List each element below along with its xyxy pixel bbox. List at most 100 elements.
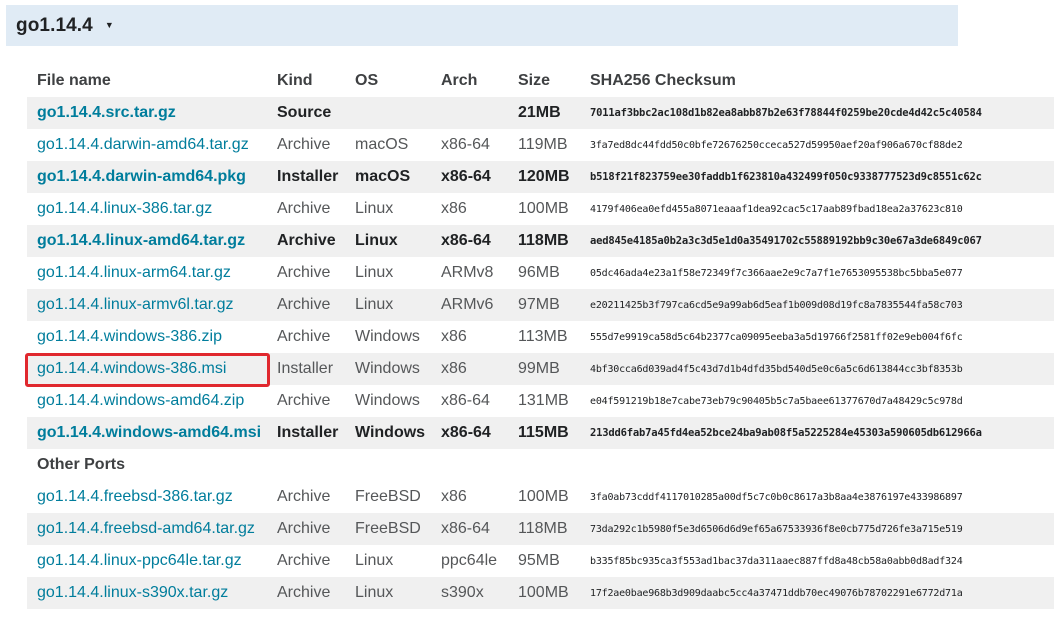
arch-cell: ppc64le	[431, 545, 508, 577]
file-link[interactable]: go1.14.4.darwin-amd64.pkg	[37, 168, 246, 185]
arch-cell: x86-64	[431, 513, 508, 545]
filename-cell: go1.14.4.linux-386.tar.gz	[27, 193, 267, 225]
download-row: go1.14.4.linux-386.tar.gz Archive Linux x86…	[27, 193, 1054, 225]
checksum-cell: b335f85bc935ca3f553ad1bac37da311aaec887f…	[580, 545, 1054, 577]
checksum-cell: aed845e4185a0b2a3c3d5e1d0a35491702c55889…	[580, 225, 1054, 257]
filename-cell: go1.14.4.darwin-amd64.tar.gz	[27, 129, 267, 161]
other-ports-heading-row: Other Ports	[27, 449, 1054, 481]
column-header-os: OS	[355, 72, 379, 89]
download-row: go1.14.4.src.tar.gz Source 21MB 7011af3bbc2…	[27, 97, 1054, 129]
file-link[interactable]: go1.14.4.linux-s390x.tar.gz	[37, 584, 228, 601]
file-link[interactable]: go1.14.4.linux-amd64.tar.gz	[37, 232, 245, 249]
file-link[interactable]: go1.14.4.freebsd-386.tar.gz	[37, 488, 233, 505]
size-cell: 95MB	[508, 545, 580, 577]
filename-cell: go1.14.4.windows-386.zip	[27, 321, 267, 353]
arch-cell: x86	[431, 321, 508, 353]
checksum-cell: e20211425b3f797ca6cd5e9a99ab6d5eaf1b009d…	[580, 289, 1054, 321]
size-cell: 96MB	[508, 257, 580, 289]
size-cell: 97MB	[508, 289, 580, 321]
size-cell: 120MB	[508, 161, 580, 193]
kind-cell: Installer	[267, 161, 345, 193]
filename-cell: go1.14.4.linux-s390x.tar.gz	[27, 577, 267, 609]
os-cell: Linux	[345, 545, 431, 577]
kind-cell: Installer	[267, 417, 345, 449]
column-header-arch: Arch	[441, 72, 478, 89]
file-link[interactable]: go1.14.4.freebsd-amd64.tar.gz	[37, 520, 255, 537]
os-cell: Windows	[345, 385, 431, 417]
other-ports-downloads: go1.14.4.freebsd-386.tar.gz Archive FreeBS…	[27, 481, 1054, 609]
other-ports-heading: Other Ports	[27, 449, 267, 481]
os-cell: FreeBSD	[345, 513, 431, 545]
os-cell: Windows	[345, 321, 431, 353]
arch-cell: ARMv8	[431, 257, 508, 289]
size-cell: 100MB	[508, 481, 580, 513]
size-cell: 118MB	[508, 225, 580, 257]
checksum-cell: 3fa0ab73cddf4117010285a00df5c7c0b0c8617a…	[580, 481, 1054, 513]
file-link[interactable]: go1.14.4.src.tar.gz	[37, 104, 176, 121]
checksum-cell: b518f21f823759ee30faddb1f623810a432499f0…	[580, 161, 1054, 193]
version-toggle[interactable]: go1.14.4 ▼	[6, 5, 958, 46]
checksum-cell: 7011af3bbc2ac108d1b82ea8abb87b2e63f78844…	[580, 97, 1054, 129]
kind-cell: Archive	[267, 193, 345, 225]
size-cell: 100MB	[508, 193, 580, 225]
file-link[interactable]: go1.14.4.linux-arm64.tar.gz	[37, 264, 231, 281]
kind-cell: Archive	[267, 321, 345, 353]
kind-cell: Source	[267, 97, 345, 129]
checksum-cell: 05dc46ada4e23a1f58e72349f7c366aae2e9c7a7…	[580, 257, 1054, 289]
os-cell: FreeBSD	[345, 481, 431, 513]
filename-cell: go1.14.4.linux-arm64.tar.gz	[27, 257, 267, 289]
os-cell: Linux	[345, 257, 431, 289]
column-header-kind: Kind	[277, 72, 313, 89]
download-row: go1.14.4.linux-s390x.tar.gz Archive Linux s…	[27, 577, 1054, 609]
downloads-table: File name Kind OS Arch Size SHA256 Check…	[27, 65, 1054, 609]
filename-cell: go1.14.4.darwin-amd64.pkg	[27, 161, 267, 193]
file-link[interactable]: go1.14.4.linux-armv6l.tar.gz	[37, 296, 234, 313]
kind-cell: Archive	[267, 129, 345, 161]
os-cell: Windows	[345, 417, 431, 449]
filename-cell: go1.14.4.linux-amd64.tar.gz	[27, 225, 267, 257]
kind-cell: Archive	[267, 577, 345, 609]
arch-cell: s390x	[431, 577, 508, 609]
os-cell: Linux	[345, 225, 431, 257]
download-row: go1.14.4.windows-amd64.zip Archive Windows…	[27, 385, 1054, 417]
kind-cell: Archive	[267, 481, 345, 513]
download-row: go1.14.4.darwin-amd64.tar.gz Archive macOS…	[27, 129, 1054, 161]
kind-cell: Archive	[267, 385, 345, 417]
size-cell: 113MB	[508, 321, 580, 353]
file-link[interactable]: go1.14.4.windows-amd64.zip	[37, 392, 244, 409]
filename-cell: go1.14.4.linux-ppc64le.tar.gz	[27, 545, 267, 577]
kind-cell: Archive	[267, 257, 345, 289]
file-link[interactable]: go1.14.4.linux-386.tar.gz	[37, 200, 212, 217]
checksum-cell: 555d7e9919ca58d5c64b2377ca09095eeba3a5d1…	[580, 321, 1054, 353]
size-cell: 131MB	[508, 385, 580, 417]
file-link[interactable]: go1.14.4.linux-ppc64le.tar.gz	[37, 552, 242, 569]
file-link[interactable]: go1.14.4.windows-386.zip	[37, 328, 222, 345]
other-ports-section: Other Ports	[27, 449, 1054, 481]
column-header-size: Size	[518, 72, 551, 89]
download-row: go1.14.4.freebsd-386.tar.gz Archive FreeBS…	[27, 481, 1054, 513]
kind-cell: Archive	[267, 289, 345, 321]
checksum-cell: 213dd6fab7a45fd4ea52bce24ba9ab08f5a52252…	[580, 417, 1054, 449]
os-cell: Linux	[345, 577, 431, 609]
os-cell: Windows	[345, 353, 431, 385]
download-row: go1.14.4.windows-amd64.msi Installer Windo…	[27, 417, 1054, 449]
download-row: go1.14.4.freebsd-amd64.tar.gz Archive Free…	[27, 513, 1054, 545]
checksum-cell: 17f2ae0bae968b3d909daabc5cc4a37471ddb70e…	[580, 577, 1054, 609]
file-link[interactable]: go1.14.4.darwin-amd64.tar.gz	[37, 136, 249, 153]
filename-cell: go1.14.4.linux-armv6l.tar.gz	[27, 289, 267, 321]
filename-cell: go1.14.4.freebsd-amd64.tar.gz	[27, 513, 267, 545]
file-link[interactable]: go1.14.4.windows-amd64.msi	[37, 424, 261, 441]
kind-cell: Archive	[267, 513, 345, 545]
arch-cell: x86-64	[431, 385, 508, 417]
file-link[interactable]: go1.14.4.windows-386.msi	[37, 360, 226, 377]
size-cell: 119MB	[508, 129, 580, 161]
arch-cell: x86-64	[431, 417, 508, 449]
downloads-page: go1.14.4 ▼ File name Kind OS Arch Size S…	[0, 0, 1054, 620]
download-row: go1.14.4.linux-armv6l.tar.gz Archive Linux…	[27, 289, 1054, 321]
arch-cell: x86	[431, 481, 508, 513]
filename-cell: go1.14.4.src.tar.gz	[27, 97, 267, 129]
filename-cell: go1.14.4.windows-amd64.zip	[27, 385, 267, 417]
os-cell: macOS	[345, 161, 431, 193]
os-cell	[345, 97, 431, 129]
size-cell: 21MB	[508, 97, 580, 129]
